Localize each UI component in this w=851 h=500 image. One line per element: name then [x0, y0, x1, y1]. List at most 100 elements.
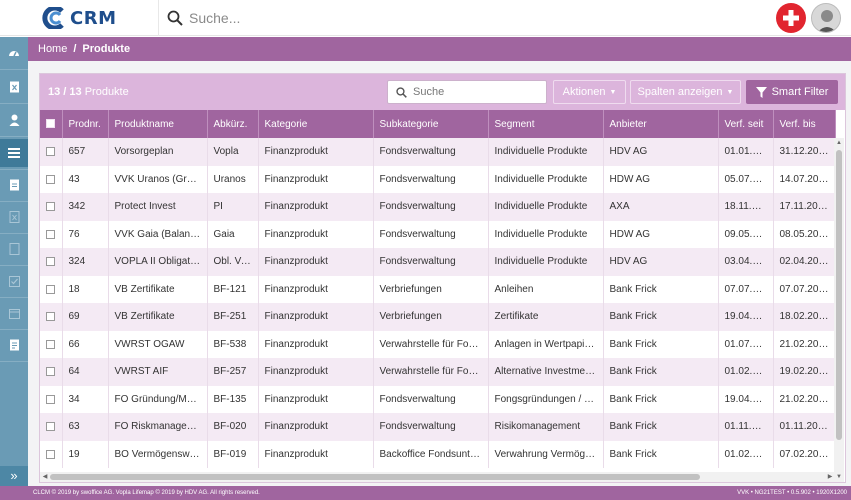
global-search-input[interactable] — [189, 10, 689, 26]
columns-dropdown[interactable]: Spalten anzeigen ▼ — [630, 80, 741, 104]
table-cell: Verbriefungen — [373, 275, 489, 303]
row-checkbox[interactable] — [46, 147, 56, 157]
panel-header: 13 / 13 Produkte Aktionen ▼ Spalten anze… — [40, 74, 845, 110]
table-search-input[interactable] — [413, 86, 543, 98]
actions-dropdown[interactable]: Aktionen ▼ — [553, 80, 626, 104]
column-header[interactable]: Verf. seit — [718, 110, 774, 138]
table-cell: Finanzprodukt — [258, 440, 374, 468]
table-cell: Bank Frick — [603, 358, 719, 386]
document-x-faded-icon — [9, 211, 19, 223]
table-row[interactable]: 64 VWRST AIF BF-257 Finanzprodukt Verwahrste… — [40, 358, 836, 386]
record-count: 13 / 13 Produkte — [48, 86, 129, 98]
table-cell: 08.05.2022 — [773, 220, 836, 248]
table-row[interactable]: 34 FO Gründung/Mutat... BF-135 Finanzproduk… — [40, 385, 836, 413]
table-cell: Zertifikate — [488, 303, 604, 331]
breadcrumb: Home / Produkte — [28, 37, 851, 61]
table-cell: Finanzprodukt — [258, 275, 374, 303]
footer: CLCM © 2019 by swoffice AG. Vopla Lifema… — [0, 486, 851, 500]
row-checkbox[interactable] — [46, 312, 56, 322]
row-checkbox[interactable] — [46, 367, 56, 377]
plus-icon — [783, 10, 799, 26]
table-cell: Uranos — [207, 165, 259, 193]
user-icon — [9, 114, 19, 126]
row-select-cell — [40, 275, 63, 303]
row-checkbox[interactable] — [46, 229, 56, 239]
table-row[interactable]: 324 VOPLA II Obligation Obl. Vo... Finanzpr… — [40, 248, 836, 276]
table-cell: FO Riskmanagement — [108, 413, 208, 441]
table-cell: Verbriefungen — [373, 303, 489, 331]
row-select-cell — [40, 248, 63, 276]
breadcrumb-home[interactable]: Home — [38, 43, 67, 55]
table-cell: BO Vermögenswertv... — [108, 440, 208, 468]
sidebar-item-contacts[interactable] — [0, 106, 28, 134]
vertical-scrollbar[interactable]: ▲ ▼ — [834, 138, 844, 482]
column-header[interactable]: Subkategorie — [373, 110, 489, 138]
sidebar-item-calendar[interactable] — [0, 299, 28, 327]
column-header[interactable]: Verf. bis — [773, 110, 836, 138]
calendar-icon — [8, 308, 20, 319]
table-cell: Individuelle Produkte — [488, 138, 604, 166]
table-row[interactable]: 657 Vorsorgeplan Vopla Finanzprodukt Fondsve… — [40, 138, 836, 166]
column-header[interactable]: Produktname — [108, 110, 208, 138]
row-select-cell — [40, 440, 63, 468]
column-header[interactable]: Abkürz. — [207, 110, 259, 138]
sidebar-item-dashboard[interactable] — [0, 39, 28, 67]
row-checkbox[interactable] — [46, 394, 56, 404]
horizontal-scroll-thumb[interactable] — [50, 474, 700, 480]
table-cell: Finanzprodukt — [258, 385, 374, 413]
row-checkbox[interactable] — [46, 422, 56, 432]
scroll-down-icon[interactable]: ▼ — [834, 472, 844, 482]
sidebar-item-contracts[interactable] — [0, 171, 28, 199]
sidebar-expand-button[interactable]: » — [0, 466, 28, 486]
table-cell: 17.11.2021 — [773, 193, 836, 221]
row-checkbox[interactable] — [46, 284, 56, 294]
breadcrumb-current: Produkte — [82, 43, 131, 55]
smart-filter-button[interactable]: Smart Filter — [746, 80, 838, 104]
column-header[interactable]: Kategorie — [258, 110, 374, 138]
table-cell: 01.02.2010 — [718, 358, 774, 386]
sidebar-item-products[interactable] — [0, 139, 28, 167]
sidebar-item-files[interactable] — [0, 235, 28, 263]
row-checkbox[interactable] — [46, 449, 56, 459]
row-checkbox[interactable] — [46, 257, 56, 267]
filter-icon — [755, 86, 767, 98]
vertical-scroll-thumb[interactable] — [836, 150, 842, 440]
row-checkbox[interactable] — [46, 202, 56, 212]
horizontal-scrollbar[interactable]: ◀ ▶ — [40, 472, 835, 482]
table-cell: Finanzprodukt — [258, 330, 374, 358]
column-header[interactable]: Segment — [488, 110, 604, 138]
file-icon — [9, 243, 19, 255]
table-cell: 01.11.2018 — [773, 413, 836, 441]
scroll-up-icon[interactable]: ▲ — [834, 138, 844, 148]
table-row[interactable]: 76 VVK Gaia (Balanced) Gaia Finanzprodukt Fo… — [40, 220, 836, 248]
table-row[interactable]: 43 VVK Uranos (Growth) Uranos Finanzprodukt… — [40, 165, 836, 193]
row-checkbox[interactable] — [46, 174, 56, 184]
sidebar-item-notes[interactable] — [0, 331, 28, 359]
row-checkbox[interactable] — [46, 339, 56, 349]
sidebar-item-reports[interactable] — [0, 203, 28, 231]
table-cell: Finanzprodukt — [258, 138, 374, 166]
table-cell: 19.04.2013 — [718, 303, 774, 331]
scroll-left-icon[interactable]: ◀ — [40, 472, 50, 482]
user-avatar[interactable] — [811, 3, 841, 33]
table-cell: Protect Invest — [108, 193, 208, 221]
column-header[interactable]: Prodnr. — [62, 110, 109, 138]
logo[interactable]: CRM — [40, 7, 116, 29]
table-cell: Bank Frick — [603, 275, 719, 303]
sidebar-item-documents[interactable] — [0, 73, 28, 101]
column-header[interactable]: Anbieter — [603, 110, 719, 138]
table-row[interactable]: 18 VB Zertifikate BF-121 Finanzprodukt Verbr… — [40, 275, 836, 303]
help-button[interactable] — [776, 3, 806, 33]
table-cell: 21.02.2019 — [773, 385, 836, 413]
search-icon — [167, 10, 183, 26]
sidebar-item-tasks[interactable] — [0, 267, 28, 295]
table-row[interactable]: 342 Protect Invest PI Finanzprodukt Fondsver… — [40, 193, 836, 221]
footer-copyright: CLCM © 2019 by swoffice AG. Vopla Lifema… — [33, 490, 260, 496]
table-row[interactable]: 66 VWRST OGAW BF-538 Finanzprodukt Verwahrst… — [40, 330, 836, 358]
select-all-checkbox[interactable] — [46, 119, 56, 129]
table-row[interactable]: 69 VB Zertifikate BF-251 Finanzprodukt Verbr… — [40, 303, 836, 331]
table-row[interactable]: 63 FO Riskmanagement BF-020 Finanzprodukt Fo… — [40, 413, 836, 441]
top-bar: CRM — [0, 0, 851, 36]
table-row[interactable]: 19 BO Vermögenswertv... BF-019 Finanzproduk… — [40, 440, 836, 468]
note-icon — [9, 339, 19, 351]
